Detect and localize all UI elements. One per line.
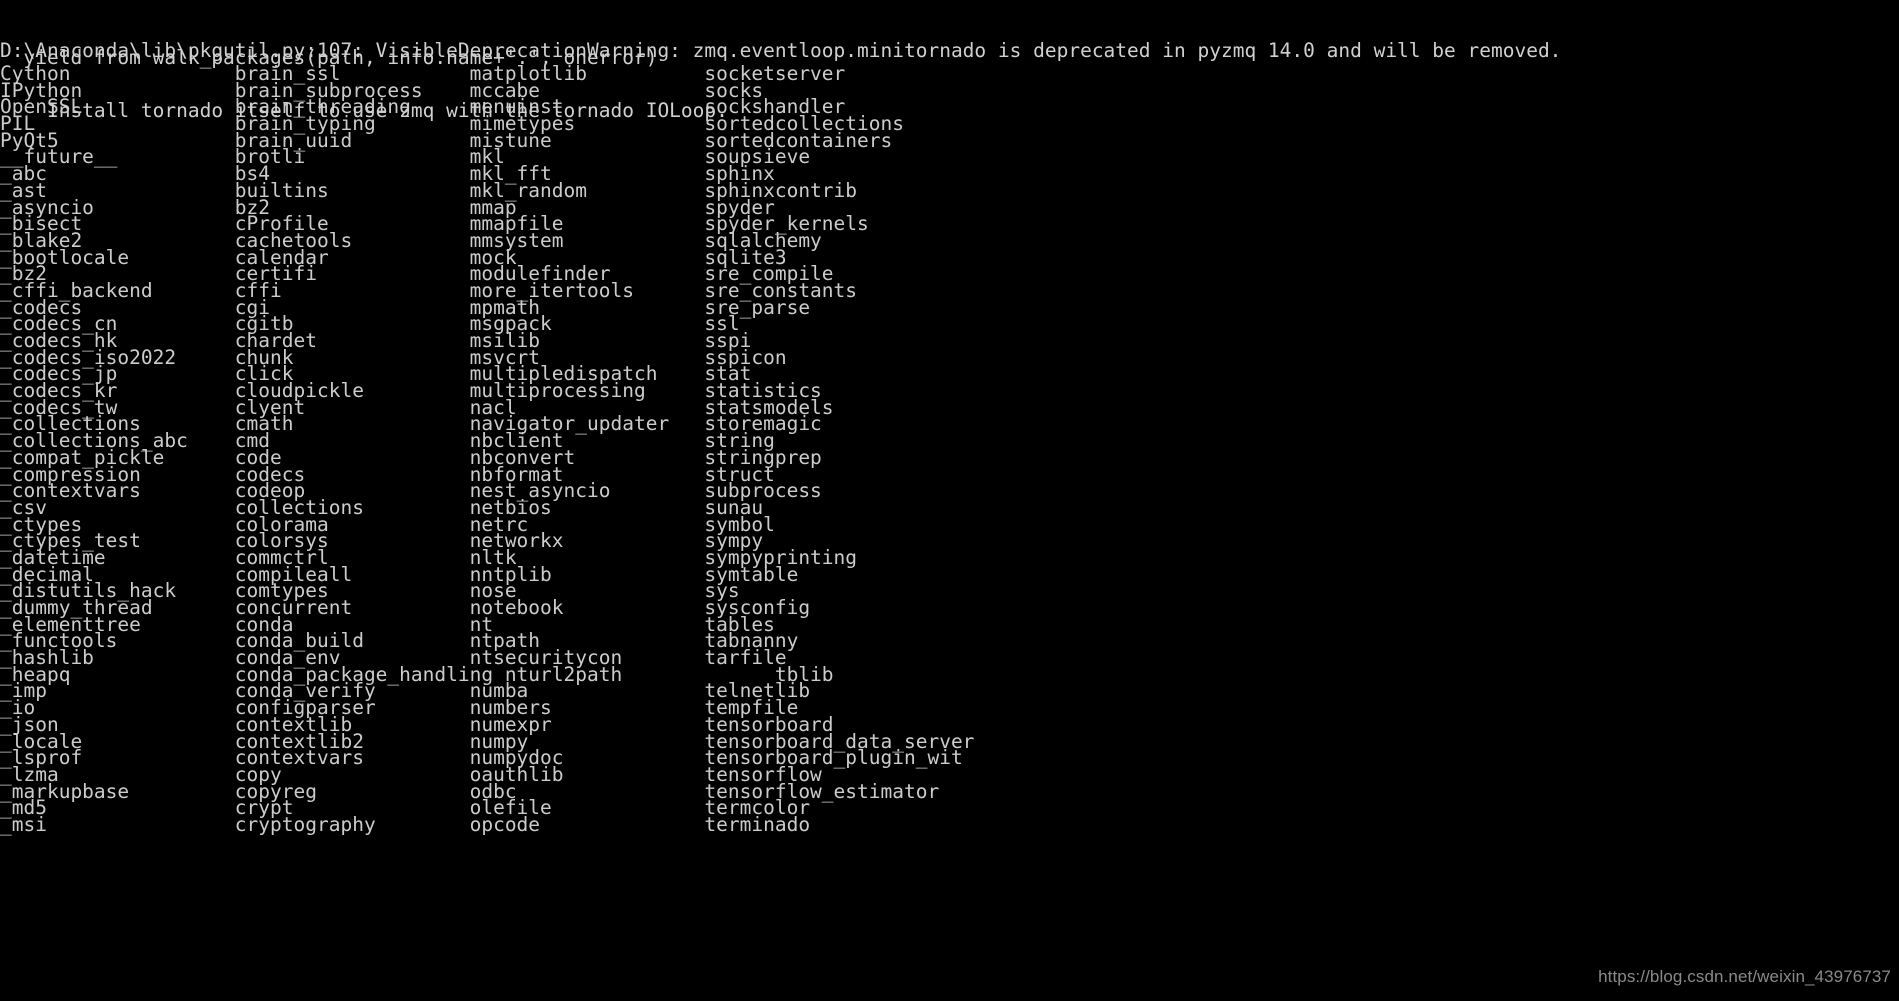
watermark-url: https://blog.csdn.net/weixin_43976737: [1598, 966, 1891, 986]
terminal-window: D:\Anaconda\lib\pkgutil.py:107: VisibleD…: [0, 0, 1899, 1001]
package-listing-grid: Cython brain_ssl matplotlib socketserver…: [0, 64, 1899, 836]
package-row: _msi cryptography opcode terminado: [0, 812, 811, 836]
